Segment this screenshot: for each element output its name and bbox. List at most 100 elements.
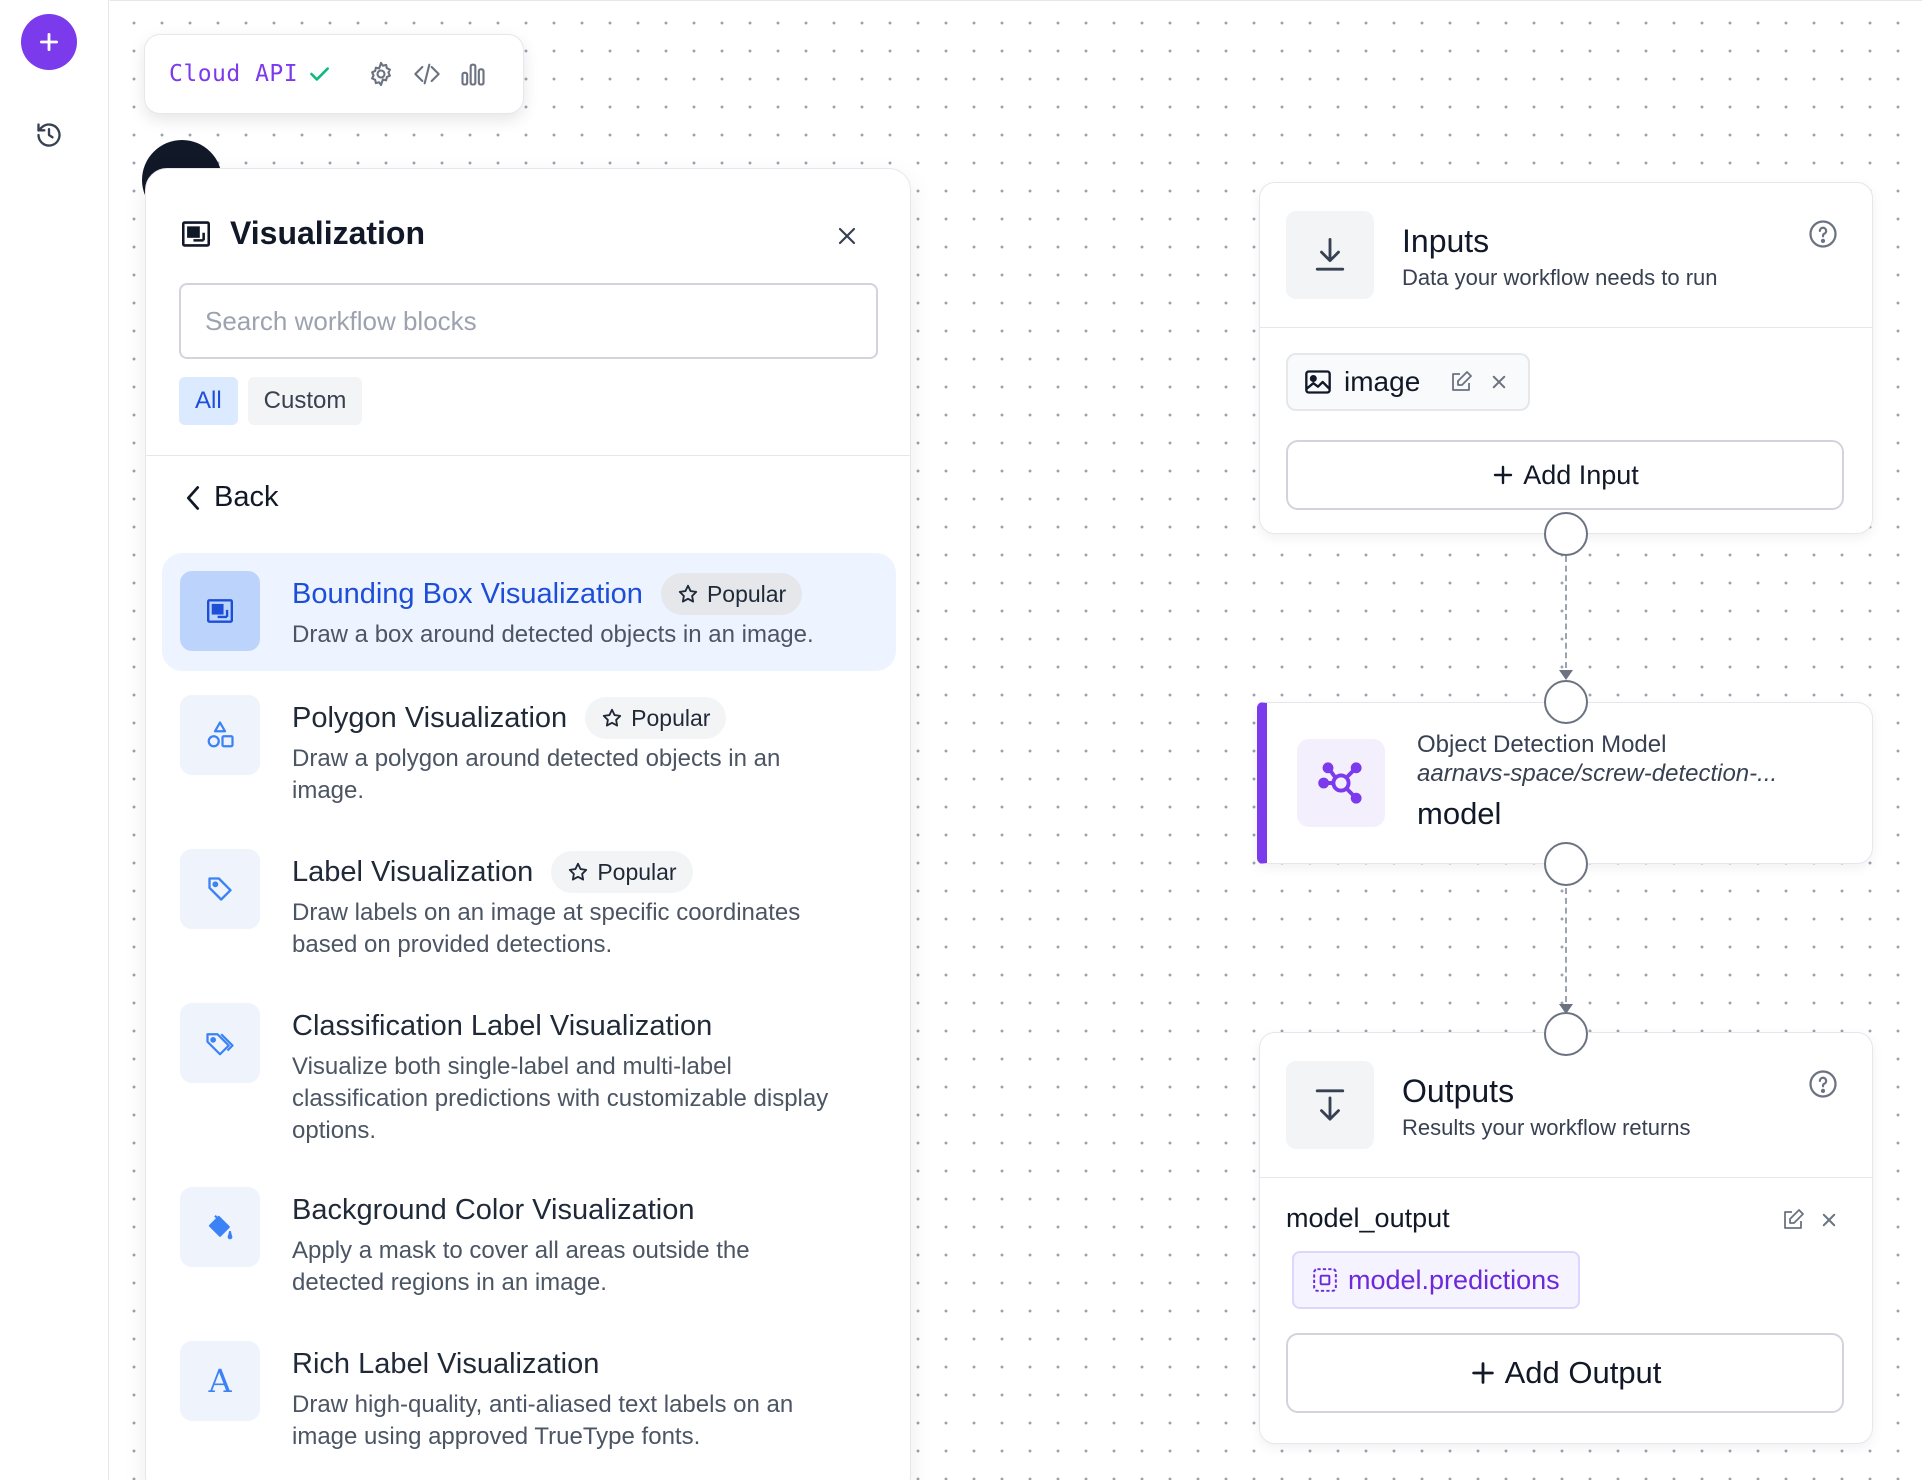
bounding-box-icon [207,599,233,623]
block-icon [180,695,260,775]
block-polygon-visualization[interactable]: Polygon Visualization Popular Draw a pol… [162,677,896,831]
environment-label: Cloud API [169,61,299,87]
left-rail [0,0,109,1480]
popular-label: Popular [706,580,787,607]
input-chip-image[interactable]: image [1286,353,1530,411]
output-reference-chip[interactable]: model.predictions [1292,1251,1580,1309]
popular-badge: Popular [660,573,803,615]
bar-chart-icon [461,63,485,86]
star-icon [602,708,622,727]
workflow-toolbar: Cloud API [144,34,524,114]
block-description: Draw a polygon around detected objects i… [292,745,781,804]
image-icon [1305,370,1331,394]
model-input-handle[interactable] [1544,680,1588,724]
panel-title-text: Visualization [230,215,426,251]
model-name: model [1417,796,1502,831]
block-classification-label-visualization[interactable]: Classification Label Visualization Visua… [162,985,896,1169]
inputs-node[interactable]: Inputs Data your workflow needs to run i… [1259,182,1873,534]
star-icon [569,862,588,881]
remove-input-button[interactable] [1486,369,1512,395]
block-rich-label-visualization[interactable]: A Rich Label Visualization Draw high-qua… [162,1323,896,1477]
outputs-help-button[interactable] [1808,1069,1838,1099]
close-icon [1822,1213,1836,1227]
block-icon [180,1003,260,1083]
outputs-input-handle[interactable] [1544,1012,1588,1056]
outputs-title: Outputs [1402,1073,1515,1109]
model-network-icon [1318,762,1362,804]
add-output-button[interactable]: Add Output [1286,1333,1844,1413]
edit-input-button[interactable] [1448,369,1474,395]
history-button[interactable] [30,116,68,154]
block-title: Classification Label Visualization [292,1009,713,1042]
block-icon: A [180,1341,260,1421]
add-input-button[interactable]: Add Input [1286,440,1844,510]
edge-arrow [1559,670,1573,680]
add-output-label: Add Output [1504,1355,1662,1390]
download-icon [1315,238,1345,271]
shapes-icon [207,721,234,748]
edit-icon [1452,371,1472,391]
popular-badge: Popular [585,697,727,739]
block-icon [180,1187,260,1267]
search-input[interactable] [179,283,878,359]
block-icon [180,571,260,651]
block-description: Draw high-quality, anti-aliased text lab… [292,1391,794,1450]
bounding-box-icon [182,220,210,247]
check-icon [310,67,330,81]
output-reference: model.predictions [1348,1264,1560,1295]
code-button[interactable] [410,57,444,91]
inputs-title: Inputs [1402,223,1490,259]
inputs-output-handle[interactable] [1544,512,1588,556]
model-node[interactable]: Object Detection Model aarnavs-space/scr… [1257,702,1873,864]
block-list: Bounding Box Visualization Popular Draw … [162,553,896,1477]
block-title: Polygon Visualization [292,701,568,734]
close-panel-button[interactable] [830,219,864,253]
block-description: Draw a box around detected objects in an… [292,621,814,648]
inputs-help-button[interactable] [1808,219,1838,249]
paint-bucket-icon [208,1214,233,1240]
edit-output-button[interactable] [1780,1207,1806,1233]
filter-all[interactable]: All [179,377,238,425]
divider [1260,327,1872,328]
edit-icon [1784,1209,1804,1229]
filter-tabs: All Custom [179,377,363,425]
block-icon [180,849,260,929]
block-title: Background Color Visualization [292,1193,695,1226]
chevron-left-icon [186,485,200,510]
output-name: model_output [1286,1203,1450,1233]
filter-custom[interactable]: Custom [247,377,363,425]
add-input-label: Add Input [1523,459,1639,490]
block-title: Bounding Box Visualization [292,577,643,610]
help-circle-icon [1809,220,1837,248]
inputs-subtitle: Data your workflow needs to run [1402,265,1718,290]
close-icon [838,227,856,245]
block-description: Draw labels on an image at specific coor… [292,899,801,958]
block-description: Visualize both single-label and multi-la… [292,1053,829,1144]
add-block-button[interactable] [21,14,77,70]
plus-icon [1494,465,1513,485]
export-icon [1315,1089,1345,1121]
model-output-handle[interactable] [1544,842,1588,886]
settings-button[interactable] [364,57,398,91]
star-icon [678,584,698,603]
input-name: image [1344,366,1421,397]
remove-output-button[interactable] [1816,1207,1842,1233]
back-button[interactable]: Back [182,481,278,514]
divider [1260,1177,1872,1178]
inputs-node-icon [1286,211,1374,299]
panel-title: Visualization [180,215,425,252]
history-icon [37,123,61,147]
gear-icon [371,61,392,87]
outputs-subtitle: Results your workflow returns [1402,1115,1691,1140]
serif-a-icon: A [208,1362,232,1400]
outputs-node[interactable]: Outputs Results your workflow returns mo… [1259,1032,1873,1444]
popular-label: Popular [631,704,711,731]
metrics-button[interactable] [456,57,490,91]
edge-inputs-to-model [1565,556,1567,668]
block-bounding-box-visualization[interactable]: Bounding Box Visualization Popular Draw … [162,553,896,671]
block-background-color-visualization[interactable]: Background Color Visualization Apply a m… [162,1169,896,1323]
popular-label: Popular [597,858,677,885]
block-title: Label Visualization [292,855,534,888]
block-label-visualization[interactable]: Label Visualization Popular Draw labels … [162,831,896,985]
block-title: Rich Label Visualization [292,1347,600,1380]
